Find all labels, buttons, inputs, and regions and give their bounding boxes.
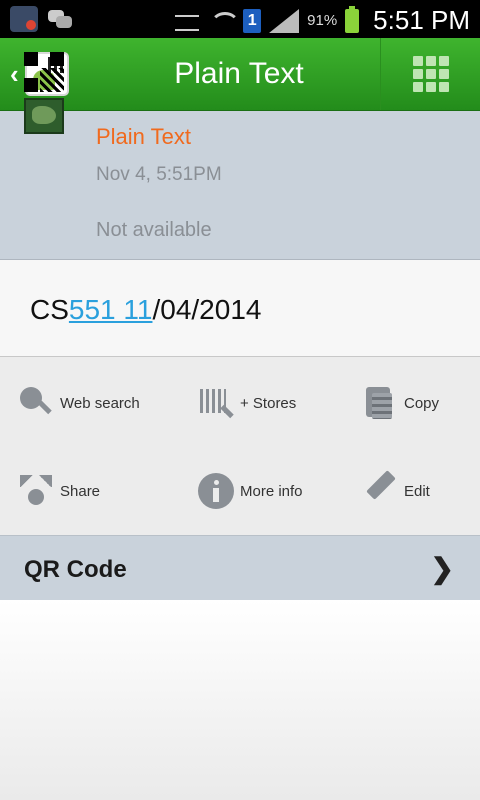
result-text: CS551 11/04/2014 — [30, 294, 261, 326]
more-info-button[interactable]: More info — [198, 473, 303, 509]
battery-percent: 91% — [307, 12, 338, 29]
copy-label: Copy — [404, 394, 440, 412]
page-title: Plain Text — [174, 57, 304, 90]
back-chevron-icon: ‹ — [10, 58, 19, 89]
empty-area — [0, 600, 480, 800]
result-type: Plain Text — [96, 124, 191, 149]
copy-button[interactable]: Copy — [362, 385, 439, 421]
result-text-prefix: CS — [30, 294, 69, 325]
wifi-icon — [209, 10, 241, 32]
action-panel: Web search + Stores Copy Share More info… — [0, 357, 480, 535]
result-content: CS551 11/04/2014 — [0, 260, 480, 357]
status-bar: 1 91% 5:51 PM — [0, 0, 480, 38]
result-location: Not available — [96, 219, 212, 241]
stores-button[interactable]: + Stores — [198, 385, 296, 421]
share-label: Share — [60, 482, 101, 500]
mute-icon — [173, 9, 201, 33]
chat-notification-icon — [46, 6, 74, 32]
result-text-suffix: /04/2014 — [152, 294, 262, 325]
web-search-label: Web search — [60, 394, 140, 412]
edit-button[interactable]: Edit — [362, 473, 430, 509]
share-button[interactable]: Share — [18, 473, 100, 509]
share-icon — [18, 473, 54, 509]
map-icon — [24, 98, 64, 134]
chevron-right-icon: ❯ — [430, 553, 454, 584]
result-date: Nov 4, 5:51PM — [96, 164, 222, 185]
qr-code-icon — [24, 52, 64, 92]
sim-icon: 1 — [243, 8, 262, 33]
signal-icon — [269, 8, 300, 33]
copy-icon — [362, 385, 398, 421]
info-icon — [198, 473, 234, 509]
settings-notification-icon — [10, 6, 38, 32]
more-info-label: More info — [240, 482, 303, 500]
web-search-icon — [18, 385, 54, 421]
result-header — [0, 111, 480, 260]
battery-icon — [345, 5, 360, 33]
stores-icon — [198, 385, 234, 421]
web-search-button[interactable]: Web search — [18, 385, 140, 421]
phone-link[interactable]: 551 11 — [69, 294, 153, 325]
clock: 5:51 PM — [373, 5, 470, 35]
edit-icon — [362, 473, 398, 509]
grid-menu-button[interactable] — [380, 38, 480, 110]
grid-icon — [413, 56, 449, 92]
action-bar: ‹ Plain Text — [0, 38, 480, 111]
stores-label: + Stores — [240, 394, 297, 412]
qr-code-row[interactable]: QR Code ❯ — [0, 535, 480, 601]
qr-code-label: QR Code — [24, 556, 127, 583]
edit-label: Edit — [404, 482, 430, 500]
